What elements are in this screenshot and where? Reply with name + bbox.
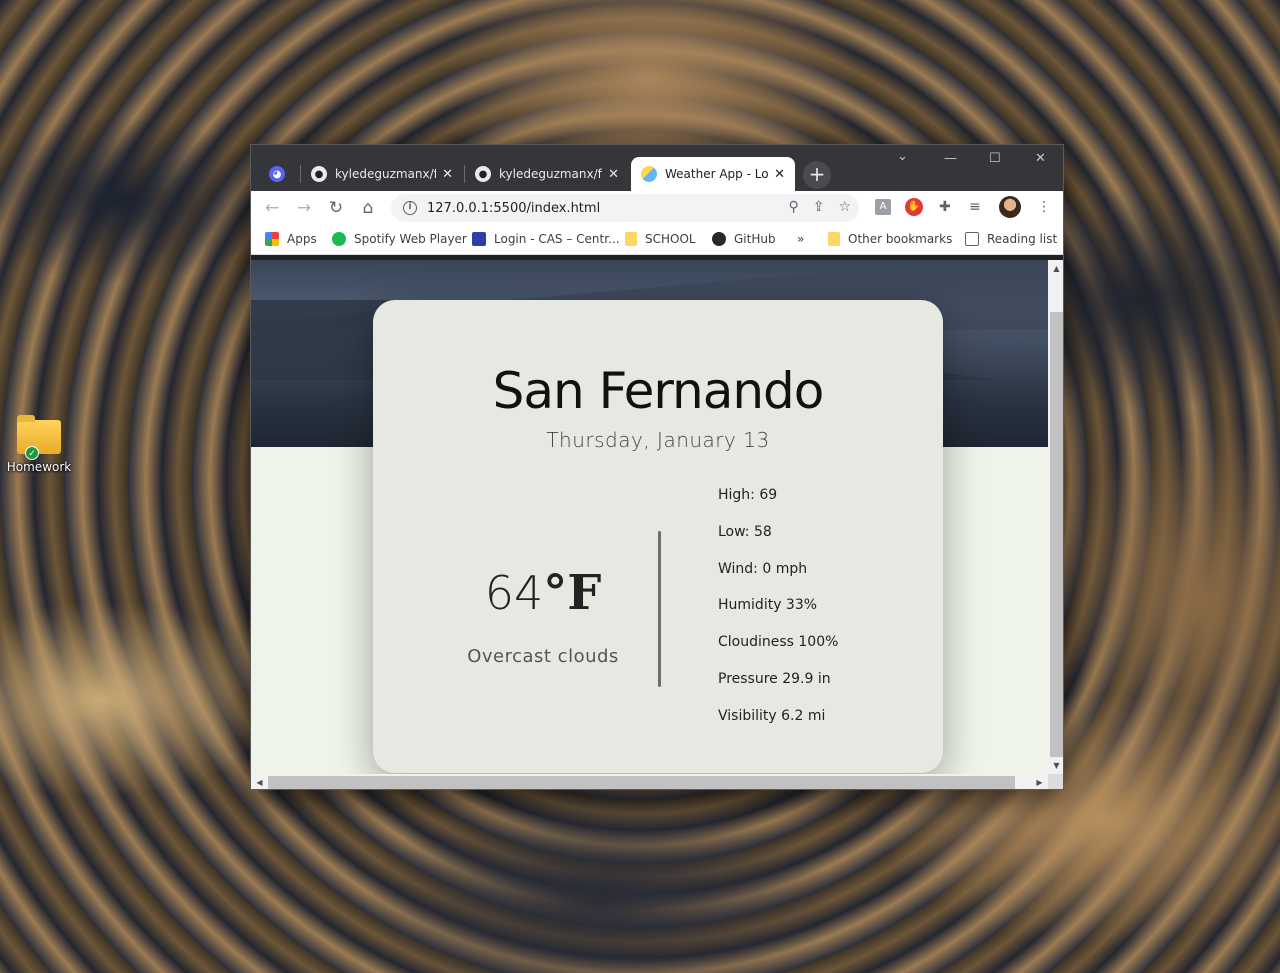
minimize-button[interactable]: — <box>944 151 957 166</box>
horizontal-scroll-thumb[interactable] <box>268 776 1015 789</box>
profile-avatar[interactable] <box>999 196 1021 218</box>
tab-weather-app[interactable]: Weather App - Los ✕ <box>631 157 795 191</box>
bookmark-other[interactable]: Other bookmarks <box>828 232 952 246</box>
browser-window: ◕ ● kyledeguzmanx/fD ✕ ● kyledeguzmanx/f… <box>250 144 1064 790</box>
temperature: 64°F <box>473 565 613 621</box>
home-button[interactable]: ⌂ <box>357 197 379 219</box>
tab-search-icon[interactable]: ⌄ <box>897 149 908 164</box>
location-pin-icon[interactable]: ⚲ <box>788 199 798 215</box>
bookmark-label: Login - CAS – Centr... <box>494 232 620 246</box>
sync-check-icon: ✓ <box>25 446 39 460</box>
site-info-icon[interactable]: i <box>403 201 417 215</box>
close-window-button[interactable]: ✕ <box>1035 151 1046 166</box>
new-tab-button[interactable]: + <box>803 161 831 189</box>
stat-humidity: Humidity 33% <box>718 597 818 614</box>
scroll-down-arrow-icon[interactable]: ▼ <box>1048 757 1063 774</box>
close-icon[interactable]: ✕ <box>608 167 619 182</box>
maximize-button[interactable]: ☐ <box>989 151 1001 166</box>
tab-discord[interactable]: ◕ <box>259 157 299 191</box>
bookmark-label: SCHOOL <box>645 232 696 246</box>
stat-visibility: Visibility 6.2 mi <box>718 707 826 724</box>
bookmarks-bar: Apps Spotify Web Player Login - CAS – Ce… <box>251 225 1063 255</box>
stat-cloudiness: Cloudiness 100% <box>718 634 839 651</box>
temperature-unit: °F <box>543 565 602 621</box>
apps-grid-icon <box>265 232 279 246</box>
folder-icon: ✓ <box>17 415 61 460</box>
reading-list-button[interactable]: Reading list <box>965 232 1057 246</box>
weather-description: Overcast clouds <box>467 646 619 667</box>
bookmark-apps[interactable]: Apps <box>265 232 317 246</box>
bookmark-cas-login[interactable]: Login - CAS – Centr... <box>472 232 620 246</box>
discord-icon: ◕ <box>269 166 285 182</box>
bookmark-spotify[interactable]: Spotify Web Player <box>332 232 467 246</box>
vertical-scroll-thumb[interactable] <box>1050 312 1063 757</box>
bookmark-school[interactable]: SCHOOL <box>625 232 696 246</box>
tab-github-2[interactable]: ● kyledeguzmanx/fD ✕ <box>465 157 629 191</box>
bookmarks-overflow-button[interactable]: » <box>797 232 804 246</box>
cas-icon <box>472 232 486 246</box>
tab-title: kyledeguzmanx/fD <box>335 167 437 181</box>
github-icon: ● <box>311 166 327 182</box>
menu-kebab-icon[interactable]: ⋮ <box>1037 199 1051 215</box>
forward-button[interactable]: → <box>293 197 315 219</box>
spotify-icon <box>332 232 346 246</box>
temperature-value: 64 <box>484 566 544 620</box>
weather-icon <box>641 166 657 182</box>
share-icon[interactable]: ⇪ <box>813 199 825 215</box>
bookmark-label: Reading list <box>987 232 1058 246</box>
bookmark-label: GitHub <box>734 232 776 246</box>
stat-high: High: 69 <box>718 487 778 503</box>
bookmark-label: Spotify Web Player <box>354 232 467 246</box>
page-viewport: San Fernando Thursday, January 13 64°F O… <box>251 260 1048 774</box>
bookmark-github[interactable]: GitHub <box>712 232 776 246</box>
reading-list-icon <box>965 232 979 246</box>
address-bar[interactable]: i 127.0.0.1:5500/index.html ⚲ ⇪ ☆ <box>391 194 859 222</box>
desktop-folder-homework[interactable]: ✓ Homework <box>6 415 72 474</box>
close-icon[interactable]: ✕ <box>442 167 453 182</box>
scroll-left-arrow-icon[interactable]: ◀ <box>251 774 268 789</box>
extensions-puzzle-icon[interactable]: ✚ <box>939 199 951 215</box>
url-text: 127.0.0.1:5500/index.html <box>427 200 601 216</box>
github-icon <box>712 232 726 246</box>
stat-wind: Wind: 0 mph <box>718 560 808 577</box>
weather-stats-list: High: 69 Low: 58 Wind: 0 mph Humidity 33… <box>718 487 838 745</box>
city-name: San Fernando <box>492 362 825 420</box>
weather-card: San Fernando Thursday, January 13 64°F O… <box>373 300 943 773</box>
current-date: Thursday, January 13 <box>546 428 770 452</box>
extension-icon[interactable]: A <box>875 199 891 215</box>
folder-icon <box>828 232 840 246</box>
scroll-right-arrow-icon[interactable]: ▶ <box>1031 774 1048 789</box>
scroll-up-arrow-icon[interactable]: ▲ <box>1048 260 1063 277</box>
close-icon[interactable]: ✕ <box>774 167 785 182</box>
divider <box>658 531 661 687</box>
back-button[interactable]: ← <box>261 197 283 219</box>
bookmark-star-icon[interactable]: ☆ <box>838 199 851 215</box>
media-control-icon[interactable]: ≡ <box>969 199 981 215</box>
bookmark-label: Apps <box>287 232 317 246</box>
adblock-icon[interactable]: ✋ <box>905 198 923 216</box>
folder-icon <box>625 232 637 246</box>
reload-button[interactable]: ↻ <box>325 197 347 219</box>
stat-low: Low: 58 <box>718 523 772 540</box>
tab-title: Weather App - Los <box>665 167 769 181</box>
github-icon: ● <box>475 166 491 182</box>
horizontal-scrollbar[interactable]: ◀ ▶ <box>251 774 1048 789</box>
vertical-scrollbar[interactable]: ▲ ▼ <box>1048 260 1063 774</box>
stat-pressure: Pressure 29.9 in <box>718 670 831 687</box>
desktop-icon-label: Homework <box>6 460 72 474</box>
tab-github-1[interactable]: ● kyledeguzmanx/fD ✕ <box>301 157 463 191</box>
tab-strip: ◕ ● kyledeguzmanx/fD ✕ ● kyledeguzmanx/f… <box>251 145 1063 191</box>
bookmark-label: Other bookmarks <box>848 232 953 246</box>
scrollbar-corner <box>1048 774 1063 789</box>
browser-toolbar: ← → ↻ ⌂ i 127.0.0.1:5500/index.html ⚲ ⇪ … <box>251 191 1063 225</box>
tab-title: kyledeguzmanx/fD <box>499 167 603 181</box>
